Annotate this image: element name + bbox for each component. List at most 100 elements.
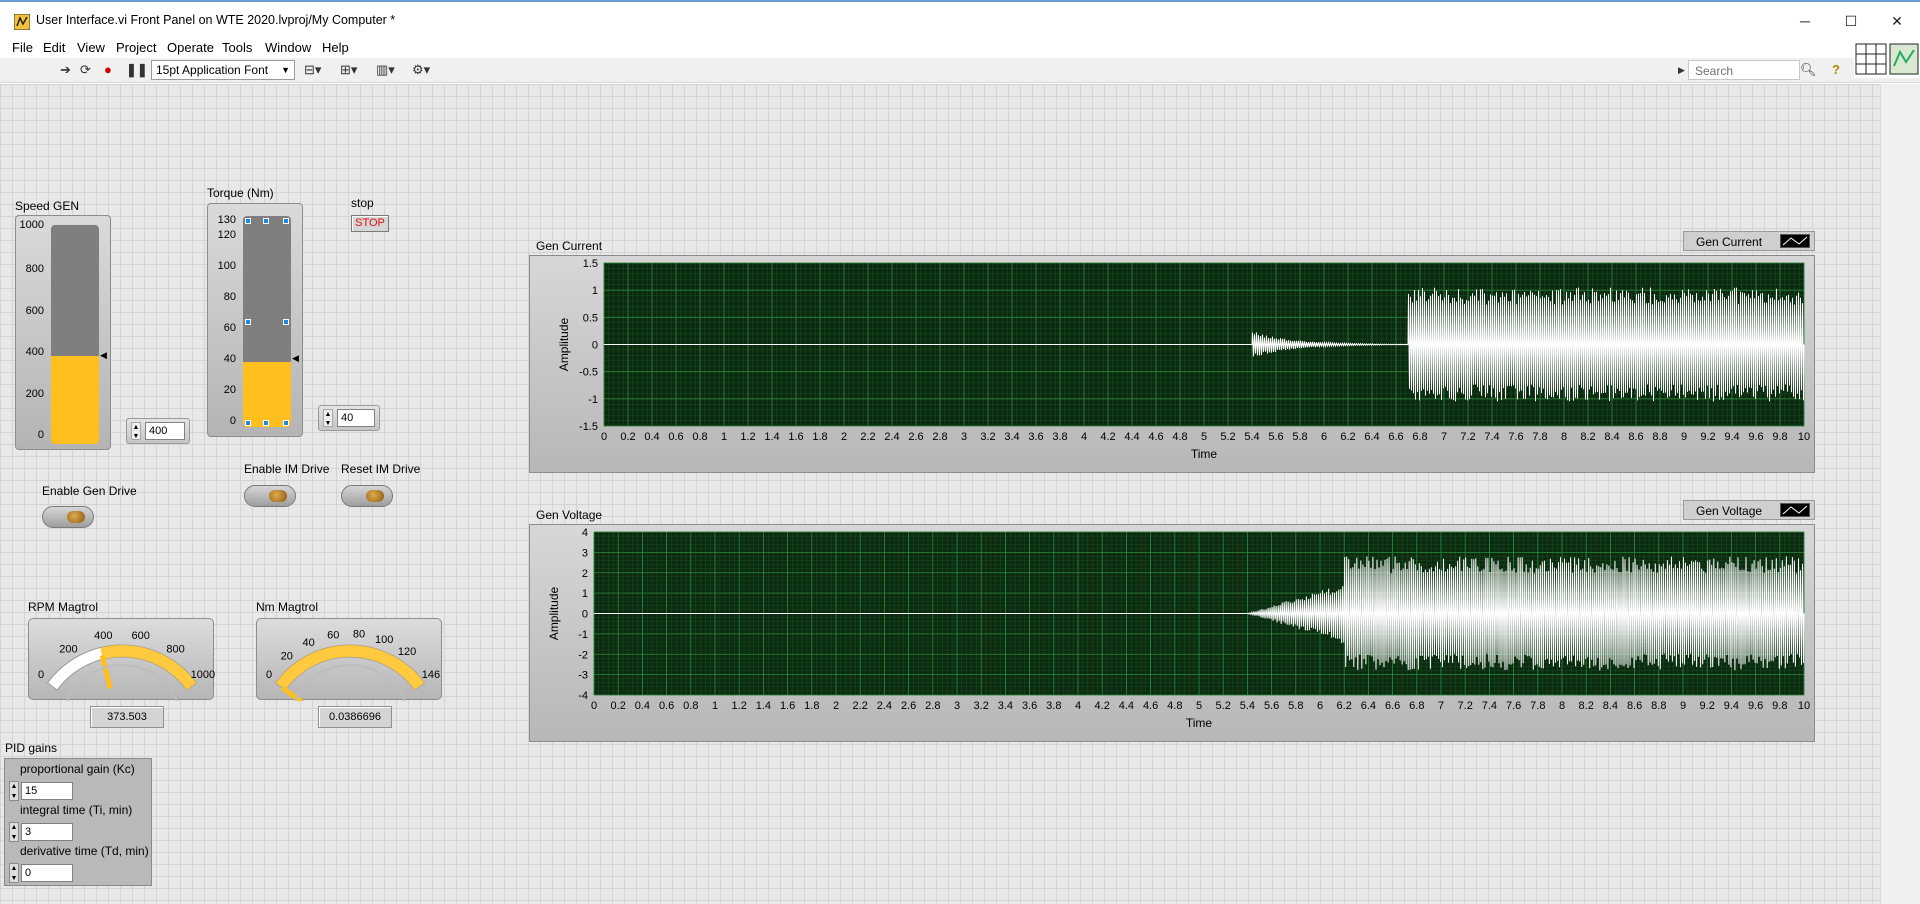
menu-file[interactable]: File <box>12 40 33 55</box>
speed-gen-tank[interactable]: 1000 800 600 400 200 0 ◀ <box>15 215 111 450</box>
distribute-objects-icon[interactable]: ⊞▾ <box>340 62 357 78</box>
x-tick-label: 7.8 <box>1532 431 1547 443</box>
x-tick-label: 4.2 <box>1100 431 1115 443</box>
menu-edit[interactable]: Edit <box>43 40 65 55</box>
x-axis-label: Time <box>1186 716 1213 730</box>
minimize-button[interactable]: ─ <box>1782 2 1828 40</box>
td-input[interactable]: 0 <box>21 864 73 882</box>
selection-handle[interactable] <box>263 218 269 224</box>
kc-input[interactable]: 15 <box>21 782 73 800</box>
run-arrow-icon[interactable]: ➔ <box>60 62 71 78</box>
enable-im-drive-label: Enable IM Drive <box>244 462 330 476</box>
menu-project[interactable]: Project <box>116 40 156 55</box>
gauge-tick-label: 80 <box>353 628 365 640</box>
x-tick-label: 9 <box>1681 431 1687 443</box>
increment-arrows-icon[interactable]: ▲ ▼ <box>9 781 19 801</box>
x-tick-label: 1.2 <box>732 700 747 712</box>
x-tick-label: 9.8 <box>1772 431 1787 443</box>
maximize-button[interactable]: ☐ <box>1828 2 1874 40</box>
gauge-tick-label: 400 <box>94 630 112 642</box>
plot-legend[interactable]: Gen Voltage <box>1683 500 1815 520</box>
gauge-tick-label: 100 <box>375 634 393 646</box>
x-tick-label: 10 <box>1798 700 1810 712</box>
increment-arrows-icon[interactable]: ▲ ▼ <box>323 409 333 427</box>
reset-im-drive-button[interactable] <box>341 485 393 507</box>
increment-arrows-icon[interactable]: ▲ ▼ <box>131 422 141 440</box>
x-tick-label: 9 <box>1680 700 1686 712</box>
menu-operate[interactable]: Operate <box>167 40 214 55</box>
resize-objects-icon[interactable]: ▥▾ <box>376 62 395 78</box>
torque-numeric[interactable]: ▲ ▼ 40 <box>318 405 380 431</box>
speed-tick: 0 <box>37 429 44 441</box>
pause-icon[interactable]: ❚❚ <box>126 62 148 78</box>
speed-gen-tank-fill <box>51 356 99 444</box>
x-tick-label: 8 <box>1559 700 1565 712</box>
speed-gen-value[interactable]: 400 <box>145 422 185 440</box>
search-toggle-icon[interactable]: ▶ <box>1678 65 1685 76</box>
torque-tank[interactable]: 130 120 100 80 60 40 20 0 ◀ <box>207 203 303 437</box>
x-tick-label: 4.8 <box>1172 431 1187 443</box>
search-icon[interactable]: 🔍︎ <box>1800 62 1817 78</box>
slider-pointer-icon[interactable]: ◀ <box>292 353 299 364</box>
selection-handle[interactable] <box>245 319 251 325</box>
selection-handle[interactable] <box>245 218 251 224</box>
x-tick-label: 4.8 <box>1167 700 1182 712</box>
x-tick-label: 7 <box>1438 700 1444 712</box>
x-tick-label: 6.8 <box>1409 700 1424 712</box>
reset-im-drive-label: Reset IM Drive <box>341 462 421 476</box>
stop-button[interactable]: STOP <box>351 215 389 232</box>
x-tick-label: 7.4 <box>1482 700 1497 712</box>
menu-window[interactable]: Window <box>265 40 311 55</box>
selection-handle[interactable] <box>245 420 251 426</box>
x-tick-label: 3.8 <box>1046 700 1061 712</box>
vertical-scrollbar[interactable] <box>1880 84 1920 904</box>
y-tick-label: 4 <box>582 527 588 539</box>
chart-title: Gen Voltage <box>536 508 603 522</box>
x-tick-label: 6.6 <box>1388 431 1403 443</box>
x-tick-label: 1.8 <box>812 431 827 443</box>
font-select[interactable]: 15pt Application Font ▼ <box>151 60 295 80</box>
x-tick-label: 5.2 <box>1220 431 1235 443</box>
menu-tools[interactable]: Tools <box>222 40 252 55</box>
x-tick-label: 3.8 <box>1052 431 1067 443</box>
abort-icon[interactable]: ● <box>104 62 112 77</box>
gauge-tick-label: 600 <box>132 630 150 642</box>
torque-value[interactable]: 40 <box>337 409 375 427</box>
x-tick-label: 5 <box>1196 700 1202 712</box>
enable-im-drive-button[interactable] <box>244 485 296 507</box>
x-tick-label: 0.8 <box>683 700 698 712</box>
gen-voltage-plot: 0 0.2 0.4 0.6 0.8 1 1.2 1.4 1.6 1.8 2 2.2 2.4 2.6 2.8 3… <box>547 527 1810 730</box>
ti-input[interactable]: 3 <box>21 823 73 841</box>
x-tick-label: 7.2 <box>1460 431 1475 443</box>
nm-magtrol-readout: 0.0386696 <box>318 706 392 728</box>
x-tick-label: 7.6 <box>1508 431 1523 443</box>
x-tick-label: 4 <box>1081 431 1087 443</box>
x-tick-label: 7 <box>1441 431 1447 443</box>
selection-handle[interactable] <box>283 319 289 325</box>
selection-handle[interactable] <box>283 420 289 426</box>
plot-legend[interactable]: Gen Current <box>1683 231 1815 251</box>
speed-gen-numeric[interactable]: ▲ ▼ 400 <box>126 418 190 444</box>
gauge-tick-label: 60 <box>327 629 339 641</box>
x-tick-label: 0.4 <box>644 431 659 443</box>
enable-gen-drive-button[interactable] <box>42 506 94 528</box>
run-continuously-icon[interactable]: ⟳ <box>80 62 91 78</box>
increment-arrows-icon[interactable]: ▲ ▼ <box>9 822 19 842</box>
reorder-icon[interactable]: ⚙▾ <box>412 62 430 78</box>
torque-tick: 100 <box>217 260 236 272</box>
stop-label: stop <box>351 196 374 210</box>
connector-pane[interactable] <box>1854 42 1920 78</box>
menu-view[interactable]: View <box>77 40 105 55</box>
increment-arrows-icon[interactable]: ▲ ▼ <box>9 863 19 883</box>
slider-pointer-icon[interactable]: ◀ <box>100 350 107 361</box>
menu-help[interactable]: Help <box>322 40 349 55</box>
search-input[interactable]: Search <box>1688 60 1800 80</box>
align-objects-icon[interactable]: ⊟▾ <box>304 62 321 78</box>
search-placeholder: Search <box>1695 64 1734 78</box>
help-icon[interactable]: ? <box>1832 62 1840 77</box>
x-tick-label: 6.8 <box>1412 431 1427 443</box>
close-button[interactable]: ✕ <box>1874 2 1920 40</box>
selection-handle[interactable] <box>263 420 269 426</box>
selection-handle[interactable] <box>283 218 289 224</box>
x-tick-label: 9.4 <box>1724 700 1739 712</box>
